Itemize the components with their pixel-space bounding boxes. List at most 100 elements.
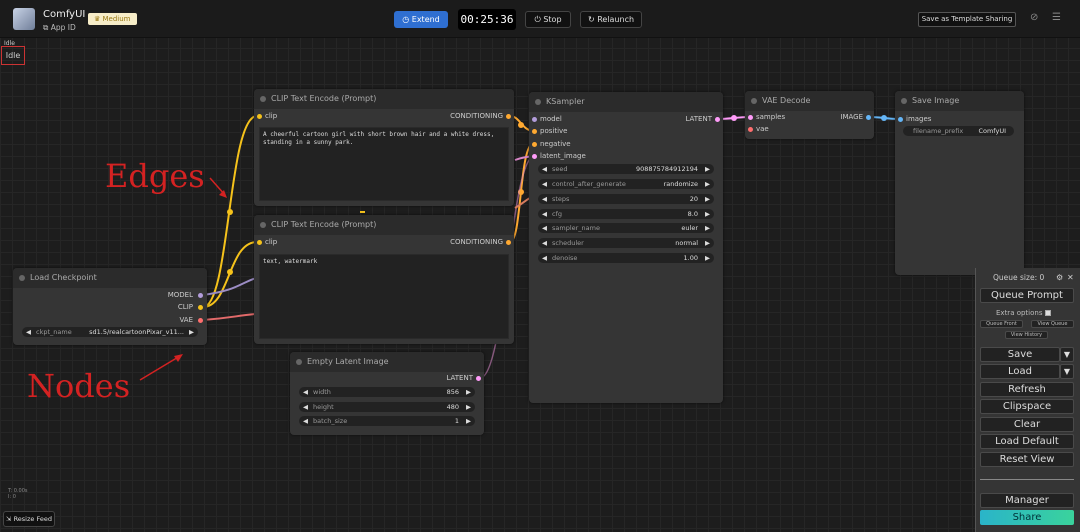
load-dropdown-button[interactable]: ▼	[1060, 364, 1074, 379]
wire-midpoint[interactable]	[731, 115, 737, 121]
arrow-left-icon[interactable]: ◀	[542, 194, 547, 204]
input-dot[interactable]	[257, 240, 262, 245]
output-dot[interactable]	[866, 115, 871, 120]
output-conditioning[interactable]: CONDITIONING	[450, 238, 503, 246]
node-collapse-dot[interactable]	[751, 98, 757, 104]
extra-options-checkbox[interactable]	[1044, 310, 1051, 316]
node-title[interactable]: Empty Latent Image	[290, 352, 484, 372]
input-clip[interactable]: clip	[265, 238, 277, 246]
widget-cfg[interactable]: ◀ cfg 8.0 ▶	[538, 209, 714, 219]
node-collapse-dot[interactable]	[260, 96, 266, 102]
output-latent[interactable]: LATENT	[685, 115, 712, 123]
node-vae-decode[interactable]: VAE Decode samples vae IMAGE	[745, 91, 874, 139]
arrow-left-icon[interactable]: ◀	[542, 209, 547, 219]
input-positive[interactable]: positive	[540, 127, 567, 135]
input-clip[interactable]: clip	[265, 112, 277, 120]
arrow-right-icon[interactable]: ▶	[466, 387, 471, 397]
share-button[interactable]: Share	[980, 510, 1074, 525]
node-title[interactable]: KSampler	[529, 92, 723, 112]
arrow-right-icon[interactable]: ▶	[466, 416, 471, 426]
widget-filename-prefix[interactable]: filename_prefix ComfyUI	[903, 126, 1014, 136]
clipspace-button[interactable]: Clipspace	[980, 399, 1074, 414]
reset-view-button[interactable]: Reset View	[980, 452, 1074, 467]
view-queue-button[interactable]: View Queue	[1031, 320, 1074, 328]
node-title[interactable]: CLIP Text Encode (Prompt)	[254, 215, 514, 235]
widget-scheduler[interactable]: ◀ scheduler normal ▶	[538, 238, 714, 248]
node-clip-negative[interactable]: CLIP Text Encode (Prompt) clip CONDITION…	[254, 215, 514, 344]
node-collapse-dot[interactable]	[19, 275, 25, 281]
output-clip[interactable]: CLIP	[178, 303, 193, 311]
refresh-button[interactable]: Refresh	[980, 382, 1074, 397]
input-latent-image[interactable]: latent_image	[540, 152, 586, 160]
input-dot[interactable]	[532, 117, 537, 122]
input-dot[interactable]	[748, 127, 753, 132]
node-title[interactable]: Load Checkpoint	[13, 268, 207, 288]
node-ksampler[interactable]: KSampler model positive negative latent_…	[529, 92, 723, 403]
input-dot[interactable]	[532, 154, 537, 159]
widget-batch-size[interactable]: ◀ batch_size 1 ▶	[299, 416, 475, 426]
input-negative[interactable]: negative	[540, 140, 571, 148]
arrow-left-icon[interactable]: ◀	[542, 253, 547, 263]
input-dot[interactable]	[257, 114, 262, 119]
queue-front-button[interactable]: Queue Front	[980, 320, 1023, 328]
output-dot[interactable]	[506, 240, 511, 245]
node-title[interactable]: CLIP Text Encode (Prompt)	[254, 89, 514, 109]
resize-feed-button[interactable]: ⇲ Resize Feed	[3, 511, 55, 527]
wire-midpoint[interactable]	[881, 115, 887, 121]
manager-button[interactable]: Manager	[980, 493, 1074, 508]
load-button[interactable]: Load	[980, 364, 1060, 379]
input-dot[interactable]	[532, 142, 537, 147]
node-clip-positive[interactable]: CLIP Text Encode (Prompt) clip CONDITION…	[254, 89, 514, 206]
prompt-textarea[interactable]: A cheerful cartoon girl with short brown…	[259, 127, 509, 201]
output-latent[interactable]: LATENT	[446, 374, 473, 382]
node-collapse-dot[interactable]	[260, 222, 266, 228]
wire-midpoint[interactable]	[227, 209, 233, 215]
input-dot[interactable]	[898, 117, 903, 122]
widget-sampler-name[interactable]: ◀ sampler_name euler ▶	[538, 223, 714, 233]
output-model[interactable]: MODEL	[168, 291, 193, 299]
widget-seed[interactable]: ◀ seed 908875784912194 ▶	[538, 164, 714, 174]
widget-steps[interactable]: ◀ steps 20 ▶	[538, 194, 714, 204]
input-dot[interactable]	[532, 129, 537, 134]
node-empty-latent[interactable]: Empty Latent Image LATENT ◀ width 856 ▶ …	[290, 352, 484, 435]
queue-prompt-button[interactable]: Queue Prompt	[980, 288, 1074, 303]
arrow-left-icon[interactable]: ◀	[542, 164, 547, 174]
node-title[interactable]: VAE Decode	[745, 91, 874, 111]
arrow-right-icon[interactable]: ▶	[705, 164, 710, 174]
input-images[interactable]: images	[906, 115, 931, 123]
arrow-left-icon[interactable]: ◀	[303, 387, 308, 397]
arrow-right-icon[interactable]: ▶	[705, 194, 710, 204]
node-title[interactable]: Save Image	[895, 91, 1024, 111]
arrow-right-icon[interactable]: ▶	[705, 238, 710, 248]
wire-midpoint[interactable]	[518, 122, 524, 128]
arrow-right-icon[interactable]: ▶	[466, 402, 471, 412]
widget-height[interactable]: ◀ height 480 ▶	[299, 402, 475, 412]
input-model[interactable]: model	[540, 115, 562, 123]
output-dot[interactable]	[476, 376, 481, 381]
arrow-left-icon[interactable]: ◀	[26, 327, 31, 337]
arrow-left-icon[interactable]: ◀	[303, 416, 308, 426]
arrow-right-icon[interactable]: ▶	[705, 179, 710, 189]
close-icon[interactable]: ✕	[1067, 273, 1074, 282]
widget-ckpt-name[interactable]: ◀ ckpt_name sd1.5/realcartoonPixar_v11..…	[22, 327, 198, 337]
arrow-right-icon[interactable]: ▶	[705, 253, 710, 263]
arrow-right-icon[interactable]: ▶	[705, 209, 710, 219]
node-collapse-dot[interactable]	[901, 98, 907, 104]
save-dropdown-button[interactable]: ▼	[1060, 347, 1074, 362]
output-image[interactable]: IMAGE	[840, 113, 863, 121]
output-dot[interactable]	[506, 114, 511, 119]
arrow-right-icon[interactable]: ▶	[189, 327, 194, 337]
load-default-button[interactable]: Load Default	[980, 434, 1074, 449]
view-history-button[interactable]: View History	[1005, 331, 1048, 339]
widget-control-after-generate[interactable]: ◀ control_after_generate randomize ▶	[538, 179, 714, 189]
arrow-left-icon[interactable]: ◀	[542, 238, 547, 248]
output-conditioning[interactable]: CONDITIONING	[450, 112, 503, 120]
node-collapse-dot[interactable]	[296, 359, 302, 365]
arrow-left-icon[interactable]: ◀	[542, 179, 547, 189]
save-button[interactable]: Save	[980, 347, 1060, 362]
settings-icon[interactable]: ⚙	[1056, 273, 1063, 282]
widget-width[interactable]: ◀ width 856 ▶	[299, 387, 475, 397]
wire-midpoint[interactable]	[227, 269, 233, 275]
output-dot[interactable]	[198, 293, 203, 298]
node-save-image[interactable]: Save Image images filename_prefix ComfyU…	[895, 91, 1024, 275]
